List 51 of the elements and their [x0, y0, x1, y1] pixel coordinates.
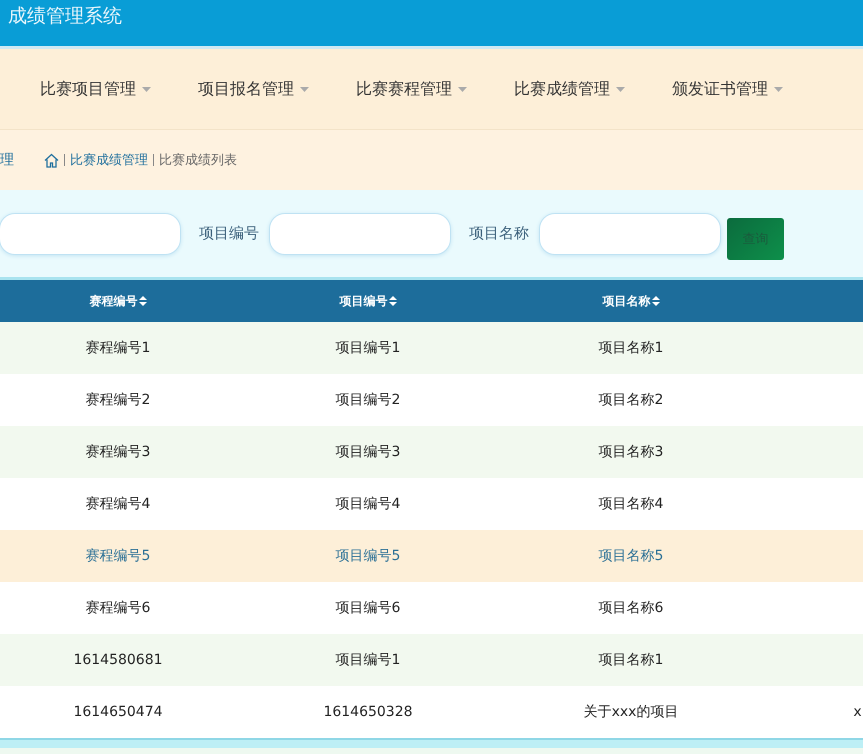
caret-icon	[142, 86, 151, 92]
table-cell-text: 项目编号2	[334, 391, 402, 409]
table-cell-text: 赛程编号6	[84, 599, 152, 617]
table-cell-text: 1614580681	[72, 652, 164, 668]
nav-menu-item[interactable]: 比赛成绩管理	[514, 78, 672, 100]
nav-menu-item[interactable]: 比赛项目管理	[40, 78, 198, 100]
search-field[interactable]	[539, 212, 721, 254]
table-cell-text: 赛程编号1	[84, 339, 152, 357]
nav-menu-item[interactable]: 项目报名管理	[198, 78, 356, 100]
column-header[interactable]: 赛程编号	[0, 292, 236, 310]
sort-icon[interactable]	[138, 296, 146, 306]
field-label: 项目编号	[199, 224, 259, 243]
field-label: 项目名称	[469, 224, 529, 243]
table-cell-text: 1614650328	[322, 704, 414, 720]
table-cell-text: 项目名称6	[598, 599, 664, 617]
table-cell-text: 项目名称3	[598, 443, 664, 461]
table-cell-text: x	[852, 704, 863, 720]
table-cell-text: 项目名称5	[598, 547, 664, 565]
sort-icon[interactable]	[652, 296, 660, 306]
caret-icon	[300, 86, 309, 92]
nav-menu-item[interactable]: 比赛赛程管理	[356, 78, 514, 100]
caret-icon	[616, 86, 625, 92]
search-field[interactable]	[269, 212, 451, 254]
caret-icon	[458, 86, 467, 92]
table-cell-text: 项目编号4	[334, 495, 402, 513]
table-cell-text: 关于xxx的项目	[582, 703, 680, 721]
sort-icon[interactable]	[388, 296, 396, 306]
table-cell-text: 赛程编号4	[84, 495, 152, 513]
table-cell-text: 项目编号1	[334, 651, 402, 669]
table-cell-text: 项目编号3	[334, 443, 402, 461]
nav-menu-item[interactable]: 颁发证书管理	[672, 78, 830, 100]
table-cell-text: 项目名称2	[598, 391, 664, 409]
app-title: 成绩管理系统	[8, 4, 122, 29]
breadcrumb-text: 理	[0, 151, 14, 169]
table-cell-text: 项目编号1	[334, 339, 402, 357]
breadcrumb-link[interactable]: 比赛成绩管理	[70, 151, 148, 169]
table-cell-text: 项目名称1	[598, 339, 664, 357]
caret-icon	[774, 86, 783, 92]
table-cell-text: 项目编号6	[334, 599, 402, 617]
breadcrumb-current: 比赛成绩列表	[159, 152, 237, 169]
table-cell-text: 项目编号5	[334, 547, 402, 565]
table-cell-text: 项目名称1	[598, 651, 664, 669]
column-header[interactable]: 项目编号	[236, 292, 500, 310]
table-cell-text: 项目名称4	[598, 495, 664, 513]
table-cell-text: 赛程编号3	[84, 443, 152, 461]
table-cell-text: 赛程编号2	[84, 391, 152, 409]
table-cell-text: 1614650474	[72, 704, 164, 720]
table-cell-text: 赛程编号5	[84, 547, 152, 565]
home-icon[interactable]	[44, 152, 59, 168]
search-field[interactable]	[0, 212, 181, 254]
column-header[interactable]: 项目名称	[500, 292, 762, 310]
